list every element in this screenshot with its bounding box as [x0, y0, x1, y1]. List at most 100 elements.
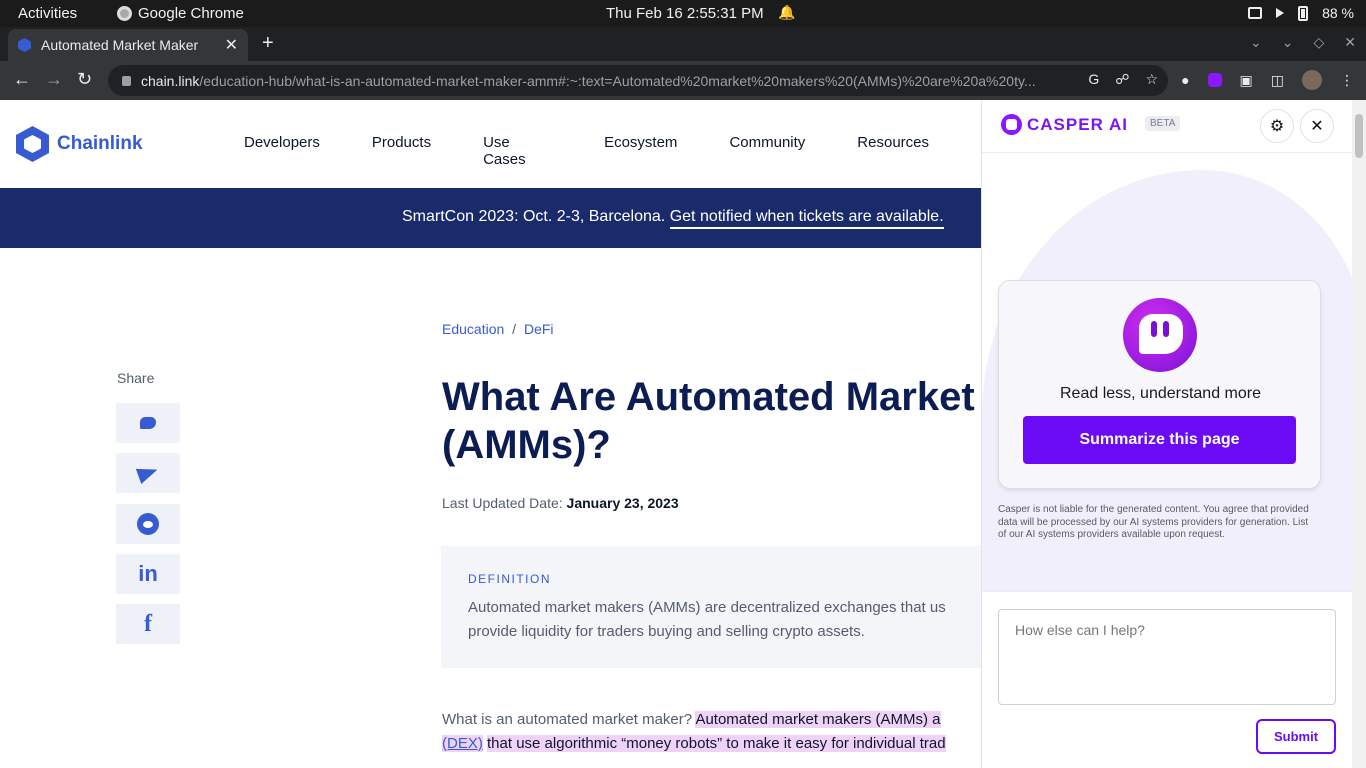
bookmark-star-icon[interactable]: ☆	[1145, 71, 1158, 88]
chrome-icon	[117, 6, 132, 21]
share-telegram-button[interactable]	[116, 453, 180, 493]
last-updated-date: January 23, 2023	[566, 495, 679, 511]
chat-input[interactable]	[998, 609, 1336, 705]
lock-icon[interactable]	[122, 75, 131, 86]
casper-logo-icon	[1001, 114, 1022, 135]
extension-icon[interactable]: ●	[1181, 72, 1189, 88]
profile-avatar[interactable]	[1302, 70, 1322, 90]
logo-text: Chainlink	[57, 133, 143, 154]
nav-products[interactable]: Products	[372, 134, 431, 168]
page-title-line-1: What Are Automated Market M	[442, 375, 981, 419]
beta-badge: BETA	[1145, 116, 1181, 131]
main-nav: Developers Products Use Cases Ecosystem …	[244, 134, 981, 168]
window-controls: ⌄ ⌄ ◇ ✕	[1250, 34, 1356, 51]
minimize-icon[interactable]: ⌄	[1282, 34, 1294, 51]
system-tray[interactable]: 88 %	[1248, 5, 1354, 21]
window-close-icon[interactable]: ✕	[1344, 34, 1356, 51]
header-divider	[982, 152, 1353, 153]
share-facebook-button[interactable]: f	[116, 604, 180, 644]
highlighted-text-1: Automated market makers (AMMs) a	[695, 711, 941, 728]
definition-text: Automated market makers (AMMs) are decen…	[468, 599, 946, 640]
dex-link[interactable]: (DEX)	[442, 735, 483, 752]
tab-strip: Automated Market Maker ✕ + ⌄ ⌄ ◇ ✕	[0, 27, 1366, 61]
maximize-icon[interactable]: ◇	[1313, 34, 1324, 51]
telegram-icon	[135, 462, 161, 484]
url-path: /education-hub/what-is-an-automated-mark…	[199, 72, 1036, 89]
share-linkedin-button[interactable]: in	[116, 554, 180, 594]
nav-ecosystem[interactable]: Ecosystem	[604, 134, 677, 168]
close-icon: ✕	[1310, 118, 1324, 135]
page-title-line-2: (AMMs)?	[442, 423, 611, 467]
forward-arrow-icon[interactable]: →	[45, 69, 63, 90]
tab-close-icon[interactable]: ✕	[225, 35, 238, 55]
casper-extension-icon[interactable]	[1207, 73, 1222, 87]
banner-content: SmartCon 2023: Oct. 2-3, Barcelona. Get …	[402, 208, 944, 229]
app-name: Google Chrome	[138, 5, 244, 22]
bell-icon: 🔔	[778, 4, 796, 20]
battery-icon	[1298, 5, 1309, 21]
web-page: Chainlink Developers Products Use Cases …	[0, 100, 981, 768]
casper-brand: CASPER AI	[1027, 115, 1128, 134]
omnibox-actions: G ☍ ☆	[1088, 71, 1158, 88]
side-panel-icon[interactable]: ◫	[1271, 72, 1284, 89]
share-reddit-button[interactable]	[116, 504, 180, 544]
breadcrumb-separator: /	[512, 321, 517, 337]
chainlink-logo[interactable]: Chainlink	[16, 126, 143, 162]
definition-box: DEFINITION Automated market makers (AMMs…	[441, 546, 981, 668]
tagline: Read less, understand more	[1060, 385, 1261, 402]
definition-label: DEFINITION	[468, 572, 551, 586]
breadcrumb-defi[interactable]: DeFi	[524, 321, 554, 337]
smartcon-banner: SmartCon 2023: Oct. 2-3, Barcelona. Get …	[0, 188, 981, 248]
screen-share-icon	[1248, 7, 1263, 19]
nav-resources[interactable]: Resources	[857, 134, 929, 168]
share-twitter-button[interactable]	[116, 403, 180, 443]
extensions-area: ● ▣ ◫ ⋮	[1181, 70, 1354, 90]
chrome-menu-icon[interactable]: ⋮	[1340, 72, 1354, 89]
last-updated-label: Last Updated Date:	[442, 495, 563, 511]
browser-tab[interactable]: Automated Market Maker ✕	[8, 29, 248, 61]
puzzle-extensions-icon[interactable]: ▣	[1240, 72, 1253, 89]
share-icon[interactable]: ☍	[1115, 71, 1129, 88]
casper-header: CASPER AI BETA ⚙ ✕	[982, 100, 1353, 152]
tab-title: Automated Market Maker	[41, 37, 199, 53]
panel-scrollbar[interactable]	[1352, 100, 1366, 768]
tab-search-icon[interactable]: ⌄	[1250, 34, 1262, 51]
settings-button[interactable]: ⚙	[1260, 109, 1294, 143]
highlighted-text-2: that use algorithmic “money robots” to m…	[487, 735, 946, 752]
banner-text: SmartCon 2023: Oct. 2-3, Barcelona.	[402, 208, 666, 225]
chat-input-area: Submit	[982, 591, 1353, 768]
nav-developers[interactable]: Developers	[244, 134, 320, 168]
reload-icon[interactable]: ↻	[77, 69, 92, 90]
summarize-button[interactable]: Summarize this page	[1023, 416, 1296, 464]
gear-icon: ⚙	[1269, 118, 1285, 135]
browser-toolbar: ← → ↻ chain.link /education-hub/what-is-…	[0, 61, 1366, 100]
activities-button[interactable]: Activities	[18, 5, 77, 22]
back-arrow-icon[interactable]: ←	[13, 69, 31, 90]
submit-button[interactable]: Submit	[1256, 719, 1336, 754]
clock[interactable]: Thu Feb 16 2:55:31 PM	[606, 5, 764, 22]
page-title: What Are Automated Market M (AMMs)?	[442, 373, 981, 469]
volume-icon	[1276, 8, 1285, 18]
new-tab-button[interactable]: +	[262, 32, 274, 55]
share-label: Share	[117, 370, 155, 386]
site-header: Chainlink Developers Products Use Cases …	[0, 100, 981, 188]
address-bar[interactable]: chain.link /education-hub/what-is-an-aut…	[108, 65, 1168, 96]
google-lens-icon[interactable]: G	[1088, 71, 1099, 88]
twitter-icon	[140, 417, 156, 429]
reddit-icon	[137, 513, 159, 535]
chainlink-favicon-icon	[18, 38, 31, 52]
banner-link[interactable]: Get notified when tickets are available.	[669, 208, 944, 229]
disclaimer-text: Casper is not liable for the generated c…	[998, 504, 1309, 540]
app-menu[interactable]: Google Chrome	[117, 5, 244, 22]
panel-scroll-thumb[interactable]	[1355, 114, 1363, 158]
nav-use-cases[interactable]: Use Cases	[483, 134, 552, 168]
facebook-icon: f	[144, 610, 152, 637]
breadcrumb-education[interactable]: Education	[442, 321, 504, 337]
last-updated: Last Updated Date: January 23, 2023	[442, 495, 679, 511]
close-panel-button[interactable]: ✕	[1300, 109, 1334, 143]
intro-question: What is an automated market maker?	[442, 711, 693, 728]
casper-ai-panel: CASPER AI BETA ⚙ ✕ Read less, understand…	[981, 100, 1366, 768]
summarize-card: Read less, understand more Summarize thi…	[998, 280, 1321, 489]
ghost-eyes-icon	[1149, 321, 1171, 337]
nav-community[interactable]: Community	[729, 134, 805, 168]
